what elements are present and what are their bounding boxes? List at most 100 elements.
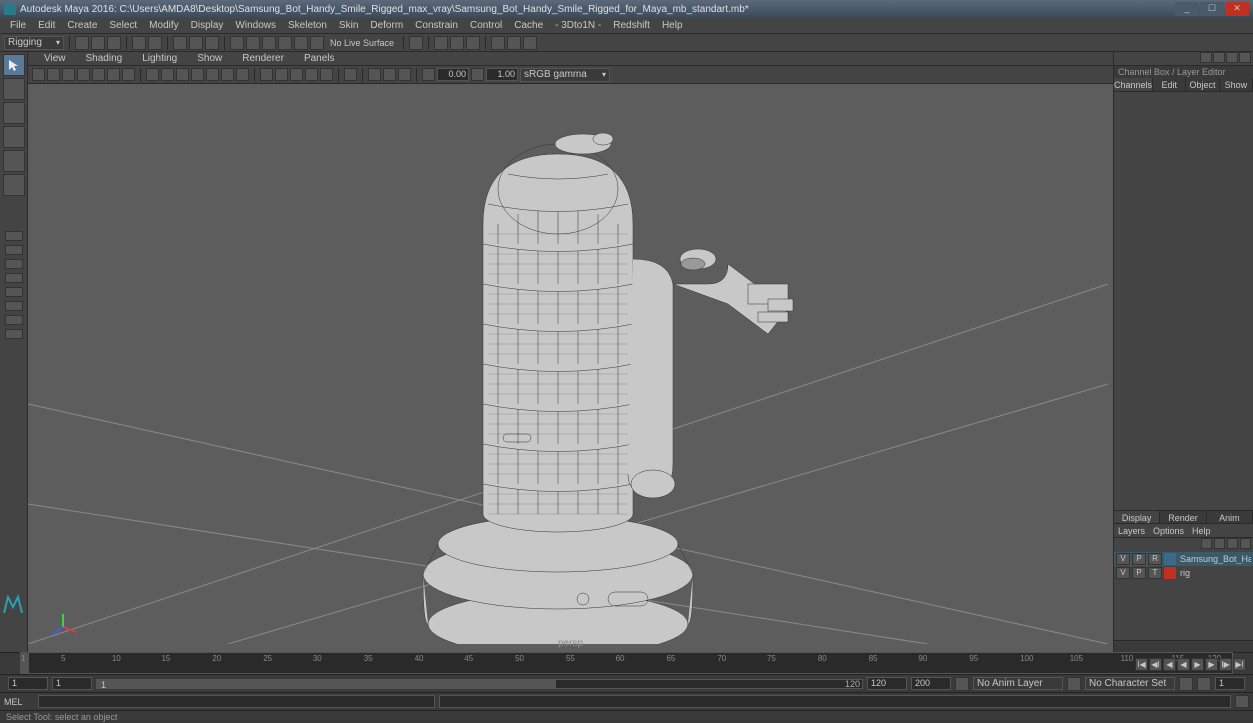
move-layer-up-icon[interactable] bbox=[1201, 538, 1212, 549]
layer-color-swatch[interactable] bbox=[1164, 553, 1176, 565]
hypershade-icon[interactable] bbox=[491, 36, 505, 50]
range-bar[interactable]: 1 120 bbox=[96, 679, 863, 689]
bookmarks-icon[interactable] bbox=[77, 68, 90, 81]
viewport[interactable]: persp bbox=[28, 84, 1113, 652]
menu-deform[interactable]: Deform bbox=[370, 20, 403, 31]
range-end-input[interactable]: 200 bbox=[911, 677, 951, 690]
select-camera-icon[interactable] bbox=[32, 68, 45, 81]
tab-cb-edit[interactable]: Edit bbox=[1153, 78, 1186, 91]
command-input[interactable] bbox=[38, 695, 435, 708]
new-empty-layer-icon[interactable] bbox=[1227, 538, 1238, 549]
isolate-select-icon[interactable] bbox=[344, 68, 357, 81]
range-start-input[interactable]: 1 bbox=[8, 677, 48, 690]
exposure-value[interactable]: 0.00 bbox=[437, 68, 469, 81]
tab-cb-show[interactable]: Show bbox=[1220, 78, 1253, 91]
layout-two-side-icon[interactable] bbox=[5, 259, 23, 269]
safe-action-icon[interactable] bbox=[221, 68, 234, 81]
xray-joints-icon[interactable] bbox=[383, 68, 396, 81]
render-settings-icon[interactable] bbox=[466, 36, 480, 50]
menu-control[interactable]: Control bbox=[470, 20, 502, 31]
resolution-gate-icon[interactable] bbox=[176, 68, 189, 81]
tab-channels[interactable]: Channels bbox=[1114, 78, 1153, 91]
autokey-icon[interactable] bbox=[1179, 677, 1193, 691]
select-tool-icon[interactable] bbox=[3, 54, 25, 76]
move-layer-down-icon[interactable] bbox=[1214, 538, 1225, 549]
playback-end-input[interactable]: 120 bbox=[867, 677, 907, 690]
channel-box-toggle-icon[interactable] bbox=[1226, 52, 1238, 63]
menu-modify[interactable]: Modify bbox=[149, 20, 178, 31]
gamma-value[interactable]: 1.00 bbox=[486, 68, 518, 81]
layout-hypershade-icon[interactable] bbox=[5, 315, 23, 325]
image-plane-icon[interactable] bbox=[92, 68, 105, 81]
menu-skin[interactable]: Skin bbox=[339, 20, 358, 31]
current-frame-input[interactable]: 1 bbox=[1215, 677, 1245, 690]
menu-create[interactable]: Create bbox=[67, 20, 97, 31]
vp-menu-panels[interactable]: Panels bbox=[304, 53, 335, 64]
anim-layer-icon[interactable] bbox=[1067, 677, 1081, 691]
layer-visibility-toggle[interactable]: V bbox=[1116, 553, 1130, 565]
menu-redshift[interactable]: Redshift bbox=[613, 20, 650, 31]
scale-tool-icon[interactable] bbox=[3, 174, 25, 196]
menu-skeleton[interactable]: Skeleton bbox=[288, 20, 327, 31]
panel-scrollbar[interactable] bbox=[1114, 640, 1253, 652]
xray-icon[interactable] bbox=[368, 68, 381, 81]
prefs-icon[interactable] bbox=[1197, 677, 1211, 691]
new-layer-selected-icon[interactable] bbox=[1240, 538, 1251, 549]
attribute-editor-toggle-icon[interactable] bbox=[1200, 52, 1212, 63]
xray-components-icon[interactable] bbox=[398, 68, 411, 81]
layer-menu-layers[interactable]: Layers bbox=[1118, 524, 1145, 537]
layer-menu-options[interactable]: Options bbox=[1153, 524, 1184, 537]
snap-grid-icon[interactable] bbox=[230, 36, 244, 50]
layout-outliner-icon[interactable] bbox=[5, 287, 23, 297]
menu-3dto1n[interactable]: - 3Dto1N - bbox=[555, 20, 601, 31]
tab-render-layers[interactable]: Render bbox=[1160, 511, 1206, 523]
lasso-tool-icon[interactable] bbox=[3, 78, 25, 100]
tab-anim-layers[interactable]: Anim bbox=[1207, 511, 1253, 523]
ipr-render-icon[interactable] bbox=[450, 36, 464, 50]
layer-visibility-toggle[interactable]: V bbox=[1116, 567, 1130, 579]
tab-object[interactable]: Object bbox=[1186, 78, 1219, 91]
layer-display-type[interactable]: T bbox=[1148, 567, 1162, 579]
close-button[interactable]: ✕ bbox=[1225, 2, 1249, 16]
field-chart-icon[interactable] bbox=[206, 68, 219, 81]
gate-mask-icon[interactable] bbox=[191, 68, 204, 81]
new-scene-icon[interactable] bbox=[75, 36, 89, 50]
camera-attributes-icon[interactable] bbox=[62, 68, 75, 81]
snap-curve-icon[interactable] bbox=[246, 36, 260, 50]
modeling-toolkit-toggle-icon[interactable] bbox=[1239, 52, 1251, 63]
layer-name[interactable]: rig bbox=[1178, 568, 1251, 578]
vp-menu-view[interactable]: View bbox=[44, 53, 66, 64]
redo-icon[interactable] bbox=[148, 36, 162, 50]
paint-select-tool-icon[interactable] bbox=[3, 102, 25, 124]
step-forward-key-icon[interactable]: I▶ bbox=[1219, 658, 1232, 671]
play-backwards-icon[interactable]: ◀ bbox=[1177, 658, 1190, 671]
render-frame-icon[interactable] bbox=[434, 36, 448, 50]
go-to-end-icon[interactable]: ▶I bbox=[1233, 658, 1246, 671]
menu-constrain[interactable]: Constrain bbox=[415, 20, 458, 31]
grease-pencil-icon[interactable] bbox=[122, 68, 135, 81]
menu-windows[interactable]: Windows bbox=[235, 20, 276, 31]
script-editor-icon[interactable] bbox=[1235, 695, 1249, 708]
select-hierarchy-icon[interactable] bbox=[173, 36, 187, 50]
gamma-icon[interactable] bbox=[471, 68, 484, 81]
range-options-icon[interactable] bbox=[955, 677, 969, 691]
layer-color-swatch[interactable] bbox=[1164, 567, 1176, 579]
maximize-button[interactable]: ☐ bbox=[1200, 2, 1224, 16]
step-back-key-icon[interactable]: ◀I bbox=[1149, 658, 1162, 671]
anim-layer-selector[interactable]: No Anim Layer bbox=[973, 677, 1063, 690]
light-editor-icon[interactable] bbox=[507, 36, 521, 50]
2d-pan-icon[interactable] bbox=[107, 68, 120, 81]
render-view-icon[interactable] bbox=[523, 36, 537, 50]
textured-icon[interactable] bbox=[290, 68, 303, 81]
layout-persp-graph-icon[interactable] bbox=[5, 301, 23, 311]
grid-icon[interactable] bbox=[146, 68, 159, 81]
select-component-icon[interactable] bbox=[205, 36, 219, 50]
snap-point-icon[interactable] bbox=[262, 36, 276, 50]
smooth-shade-icon[interactable] bbox=[275, 68, 288, 81]
lock-camera-icon[interactable] bbox=[47, 68, 60, 81]
exposure-icon[interactable] bbox=[422, 68, 435, 81]
time-ruler[interactable]: 1 5 10 15 20 25 30 35 40 45 50 55 60 65 … bbox=[20, 652, 1233, 674]
menu-cache[interactable]: Cache bbox=[514, 20, 543, 31]
layer-playback-toggle[interactable]: P bbox=[1132, 567, 1146, 579]
menu-help[interactable]: Help bbox=[662, 20, 683, 31]
